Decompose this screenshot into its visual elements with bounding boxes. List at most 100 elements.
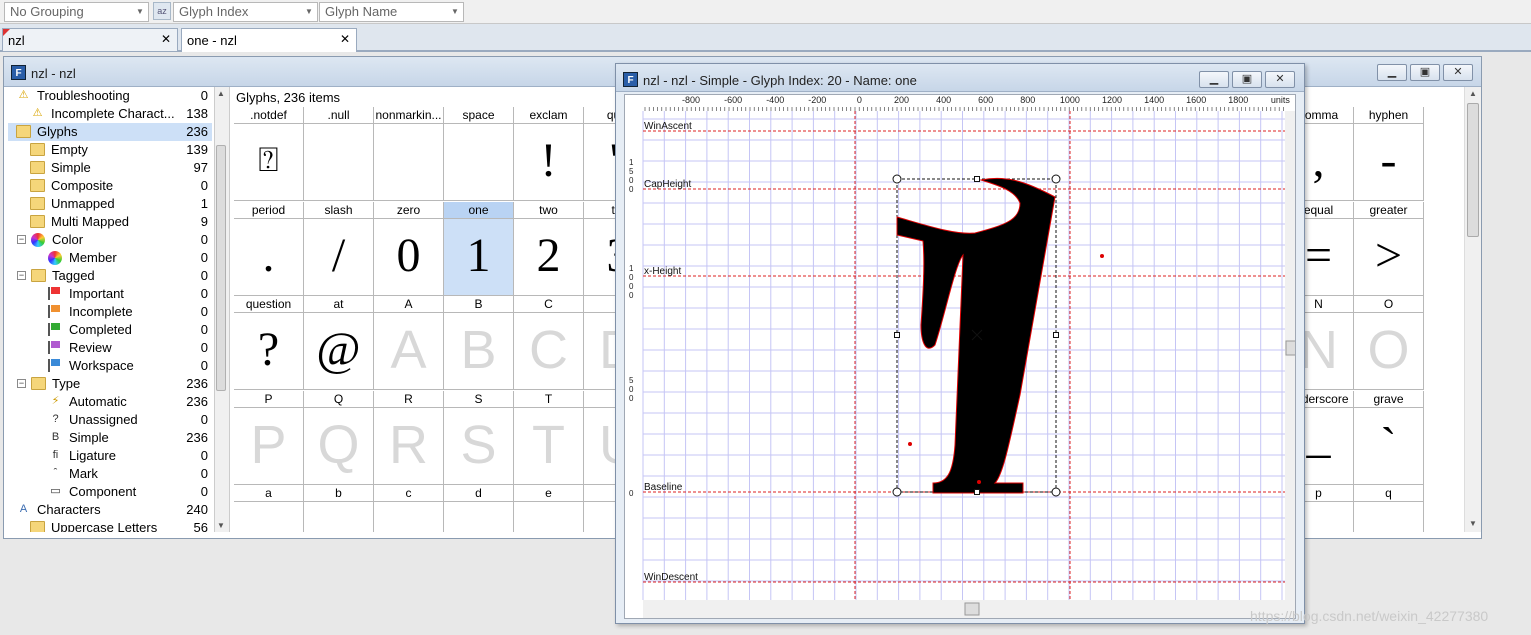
editor-titlebar[interactable]: F nzl - nzl - Simple - Glyph Index: 20 -… xyxy=(616,64,1304,92)
glyph-cell[interactable]: TT xyxy=(514,390,584,485)
sort-primary-select[interactable]: Glyph Index ▼ xyxy=(173,2,318,22)
tree-item[interactable]: Uppercase Letters 56 xyxy=(8,519,212,532)
tree-item[interactable]: Completed 0 xyxy=(8,321,212,339)
control-point[interactable] xyxy=(1100,254,1104,258)
tree-item[interactable]: ▭ Component 0 xyxy=(8,483,212,501)
tree-scroll-thumb[interactable] xyxy=(216,145,226,391)
tree-item[interactable]: Multi Mapped 9 xyxy=(8,213,212,231)
maximize-button[interactable]: ▣ xyxy=(1410,64,1440,81)
edge-handle[interactable] xyxy=(974,489,980,495)
glyph-name: exclam xyxy=(514,107,583,124)
control-point[interactable] xyxy=(908,442,912,446)
tree-item[interactable]: ˆ Mark 0 xyxy=(8,465,212,483)
glyph-cell[interactable]: zero 0 xyxy=(374,201,444,296)
glyph-cell[interactable]: period. xyxy=(234,201,304,296)
glyph-cell[interactable]: AA xyxy=(374,296,444,390)
sort-icon[interactable]: az xyxy=(153,2,171,20)
close-icon[interactable]: ✕ xyxy=(161,32,171,46)
glyph-cell[interactable]: PP xyxy=(234,390,304,485)
tree-item[interactable]: Member 0 xyxy=(8,249,212,267)
glyph-cell[interactable]: exclam! xyxy=(514,107,584,201)
glyph-cell[interactable]: RR xyxy=(374,390,444,485)
tree-item[interactable]: − Tagged 0 xyxy=(8,267,212,285)
glyph-cell[interactable]: .notdef ⍰ xyxy=(234,107,304,201)
collapse-icon[interactable]: − xyxy=(17,271,26,280)
corner-handle[interactable] xyxy=(892,174,902,184)
glyph-cell[interactable]: c xyxy=(374,485,444,532)
edge-handle[interactable] xyxy=(894,332,900,338)
category-tree[interactable]: ⚠ Troubleshooting 0 ⚠ Incomplete Charact... 1… xyxy=(8,87,212,532)
glyph-cell[interactable]: CC xyxy=(514,296,584,390)
glyph-cell[interactable]: d xyxy=(444,485,514,532)
glyph-cell[interactable]: grave ` xyxy=(1354,390,1424,485)
tree-item[interactable]: fi Ligature 0 xyxy=(8,447,212,465)
tree-item[interactable]: Simple 97 xyxy=(8,159,212,177)
corner-handle[interactable] xyxy=(1051,487,1061,497)
glyph-cell[interactable]: a xyxy=(234,485,304,532)
glyph-cell[interactable]: greater > xyxy=(1354,201,1424,296)
tree-item[interactable]: Glyphs 236 xyxy=(8,123,212,141)
scroll-down-icon[interactable]: ▼ xyxy=(217,521,225,530)
scroll-down-icon[interactable]: ▼ xyxy=(1469,519,1477,528)
scroll-up-icon[interactable]: ▲ xyxy=(1469,89,1477,98)
glyph-cell[interactable]: q xyxy=(1354,485,1424,532)
edge-handle[interactable] xyxy=(1053,332,1059,338)
glyph-cell[interactable]: nonmarkin... xyxy=(374,107,444,201)
grouping-select[interactable]: No Grouping ▼ xyxy=(4,2,149,22)
glyph-cell[interactable]: space xyxy=(444,107,514,201)
glyph-cell[interactable]: BB xyxy=(444,296,514,390)
collapse-icon[interactable]: − xyxy=(17,235,26,244)
tree-item[interactable]: Empty 139 xyxy=(8,141,212,159)
grid-scrollbar[interactable]: ▲ ▼ xyxy=(1464,87,1481,532)
tree-item[interactable]: Incomplete 0 xyxy=(8,303,212,321)
tab-nzl[interactable]: nzl ✕ xyxy=(2,28,178,51)
canvas-hscroll-thumb[interactable] xyxy=(964,602,980,616)
canvas-hscroll[interactable] xyxy=(643,600,1285,619)
glyph-cell[interactable]: SS xyxy=(444,390,514,485)
tree-item[interactable]: ⚡ Automatic 236 xyxy=(8,393,212,411)
edge-handle[interactable] xyxy=(974,176,980,182)
glyph-cell[interactable]: hyphen - xyxy=(1354,107,1424,201)
glyph-cell[interactable]: slash / xyxy=(304,201,374,296)
close-icon[interactable]: ✕ xyxy=(340,32,350,46)
close-button[interactable]: ✕ xyxy=(1443,64,1473,81)
tree-item[interactable]: B Simple 236 xyxy=(8,429,212,447)
control-point[interactable] xyxy=(977,480,981,484)
tree-item[interactable]: Composite 0 xyxy=(8,177,212,195)
glyph-cell[interactable]: e xyxy=(514,485,584,532)
tree-item[interactable]: A Characters 240 xyxy=(8,501,212,519)
tree-item[interactable]: Important 0 xyxy=(8,285,212,303)
scroll-up-icon[interactable]: ▲ xyxy=(217,89,225,98)
glyph-cell[interactable]: b xyxy=(304,485,374,532)
sort-secondary-select[interactable]: Glyph Name ▼ xyxy=(319,2,464,22)
glyph-cell[interactable]: one 1 xyxy=(444,201,514,296)
glyph-cell[interactable]: .null xyxy=(304,107,374,201)
glyph-canvas[interactable]: -800 -600 -400 -200 0 200 400 600 800 1000 1200 140… xyxy=(624,94,1296,619)
close-button[interactable]: ✕ xyxy=(1265,71,1295,88)
grid-scroll-thumb[interactable] xyxy=(1467,103,1479,237)
tree-item[interactable]: − Color 0 xyxy=(8,231,212,249)
glyph-cell[interactable]: question? xyxy=(234,296,304,390)
tree-item[interactable]: − Type 236 xyxy=(8,375,212,393)
glyph-cell[interactable]: two 2 xyxy=(514,201,584,296)
glyph-cell[interactable]: QQ xyxy=(304,390,374,485)
tree-item[interactable]: Review 0 xyxy=(8,339,212,357)
corner-handle[interactable] xyxy=(892,487,902,497)
corner-handle[interactable] xyxy=(1051,174,1061,184)
tab-one-nzl[interactable]: one - nzl ✕ xyxy=(181,28,357,52)
tree-item[interactable]: ? Unassigned 0 xyxy=(8,411,212,429)
minimize-button[interactable]: ▁ xyxy=(1377,64,1407,81)
canvas-vscroll-thumb[interactable] xyxy=(1285,340,1296,356)
minimize-button[interactable]: ▁ xyxy=(1199,71,1229,88)
glyph-editor-svg[interactable]: -800 -600 -400 -200 0 200 400 600 800 1000 1200 140… xyxy=(625,95,1296,619)
tree-item[interactable]: Workspace 0 xyxy=(8,357,212,375)
canvas-vscroll[interactable] xyxy=(1285,111,1296,619)
maximize-button[interactable]: ▣ xyxy=(1232,71,1262,88)
tree-item-label: Multi Mapped xyxy=(51,214,130,229)
tree-item[interactable]: ⚠ Troubleshooting 0 xyxy=(8,87,212,105)
glyph-cell[interactable]: at @ xyxy=(304,296,374,390)
tree-item[interactable]: ⚠ Incomplete Charact... 138 xyxy=(8,105,212,123)
glyph-cell[interactable]: OO xyxy=(1354,296,1424,390)
tree-item[interactable]: Unmapped 1 xyxy=(8,195,212,213)
collapse-icon[interactable]: − xyxy=(17,379,26,388)
